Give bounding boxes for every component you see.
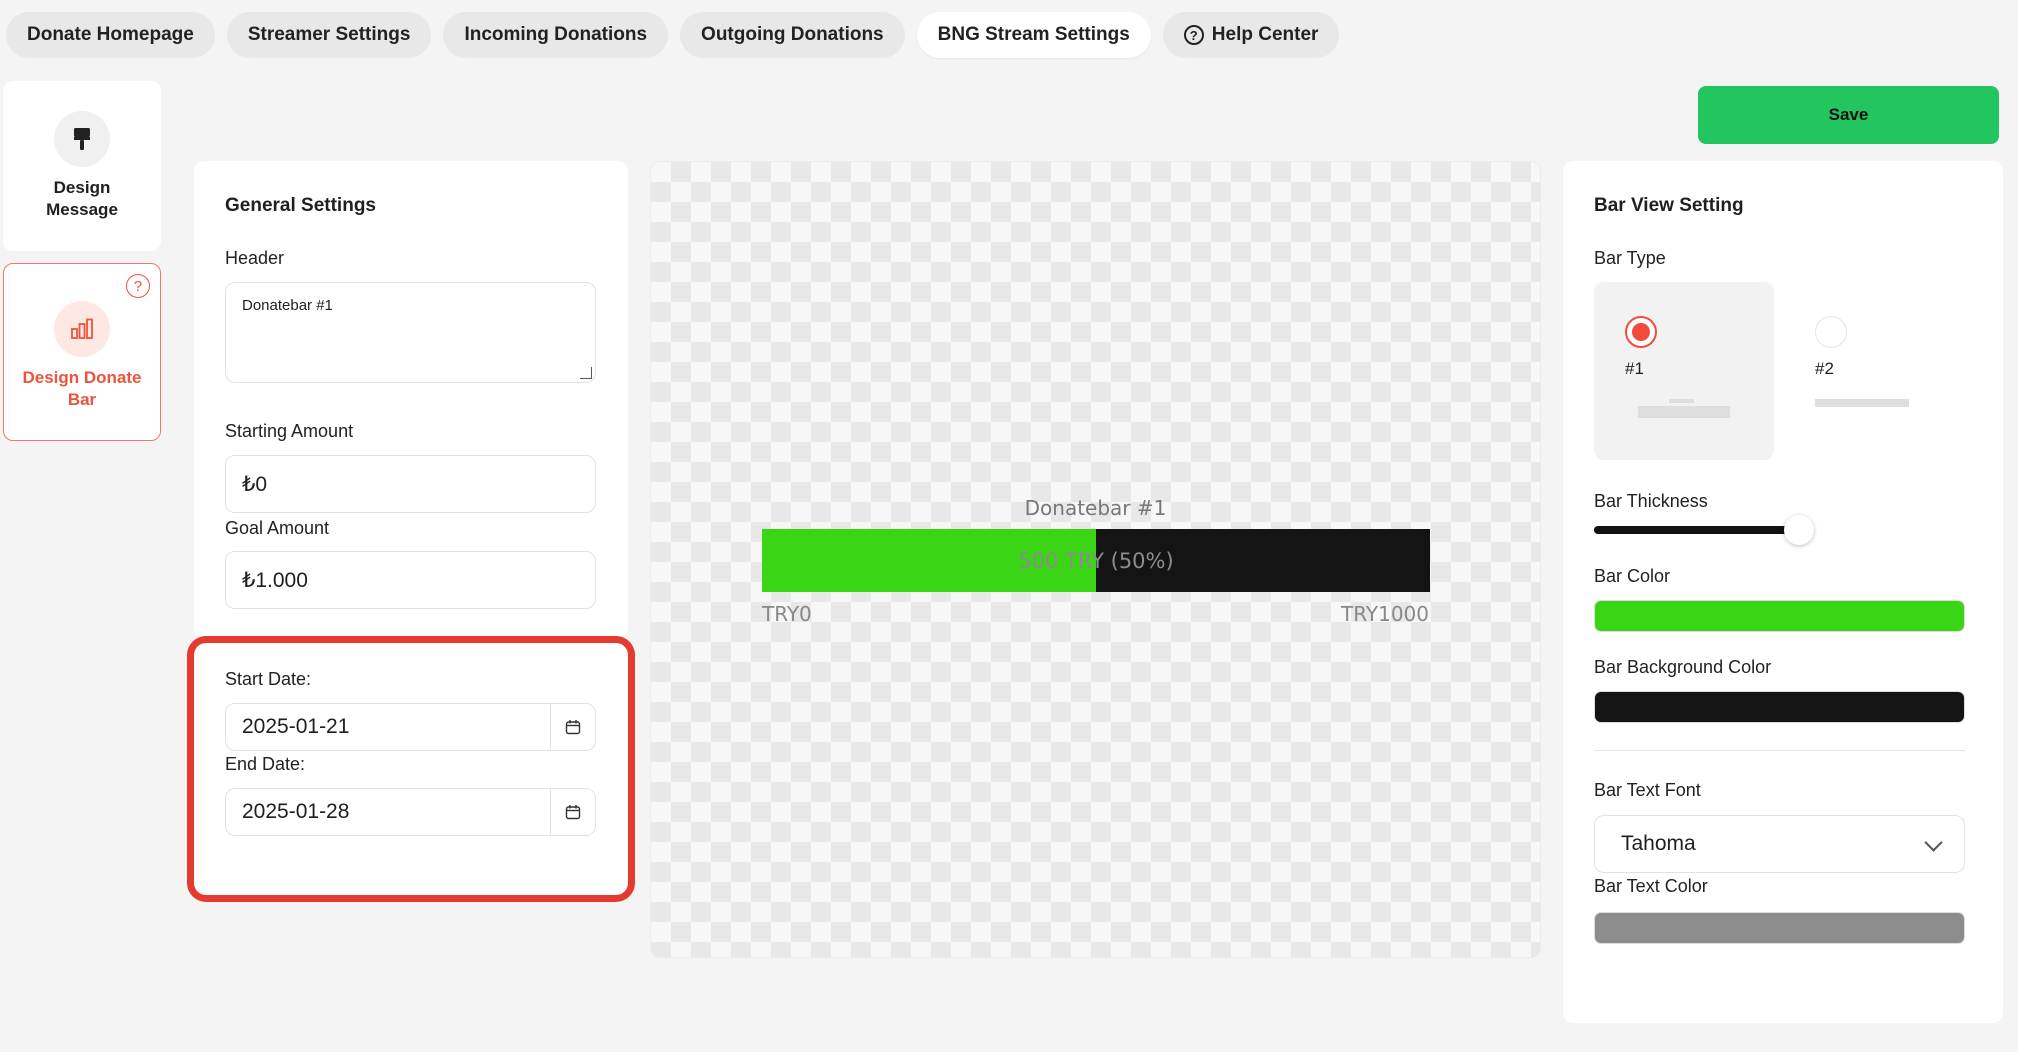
end-date-input[interactable]: 2025-01-28	[225, 788, 596, 836]
bar-type-option-label: #2	[1815, 359, 1834, 378]
tab-label: BNG Stream Settings	[937, 24, 1130, 45]
starting-amount-input[interactable]: ₺0	[225, 455, 596, 513]
tab-incoming-donations[interactable]: Incoming Donations	[443, 12, 669, 58]
goal-amount-input[interactable]: ₺1.000	[225, 551, 596, 609]
header-value: Donatebar #1	[242, 297, 333, 314]
panel-title: General Settings	[225, 195, 376, 216]
sidebar-item-label: Design Donate Bar	[22, 368, 142, 409]
bar-type-label: Bar Type	[1594, 248, 1666, 268]
end-date-label: End Date:	[225, 754, 306, 774]
tab-outgoing-donations[interactable]: Outgoing Donations	[680, 12, 905, 58]
save-button[interactable]: Save	[1698, 86, 1999, 144]
header-label: Header	[225, 248, 285, 268]
bar-view-settings-panel: Bar View Setting Bar Type #1 #2 Bar Thic…	[1563, 161, 2003, 1023]
bar-thickness-slider-track[interactable]	[1594, 526, 1801, 534]
start-date-input[interactable]: 2025-01-21	[225, 703, 596, 751]
bar-color-label: Bar Color	[1594, 566, 1671, 586]
bar-color-swatch[interactable]	[1594, 600, 1965, 632]
preview-bar-header: Donatebar #1	[1024, 496, 1167, 520]
bar-type-thumbnail	[1638, 406, 1730, 418]
radio-button[interactable]	[1625, 316, 1657, 348]
tab-label: Help Center	[1211, 24, 1319, 45]
tab-label: Donate Homepage	[27, 24, 194, 45]
progress-bar: 500 TRY (50%)	[762, 529, 1430, 592]
progress-bar-text: 500 TRY (50%)	[1018, 548, 1174, 573]
starting-amount-value: ₺0	[242, 472, 268, 496]
goal-amount-label: Goal Amount	[225, 518, 330, 538]
end-date-value: 2025-01-28	[242, 800, 350, 823]
bar-text-font-select[interactable]: Tahoma	[1594, 815, 1965, 873]
starting-amount-label: Starting Amount	[225, 421, 354, 441]
radio-button[interactable]	[1815, 316, 1847, 348]
resize-handle-icon[interactable]	[580, 367, 592, 379]
tab-streamer-settings[interactable]: Streamer Settings	[226, 12, 432, 58]
sidebar-item-label: Design Message	[46, 178, 118, 219]
start-date-label: Start Date:	[225, 669, 312, 689]
sidebar-item-design-message[interactable]: Design Message	[3, 81, 161, 251]
bar-text-color-swatch[interactable]	[1594, 912, 1965, 944]
paint-roller-icon	[54, 111, 110, 167]
bar-text-color-label: Bar Text Color	[1594, 876, 1708, 896]
bar-min-label: TRY0	[762, 602, 812, 626]
calendar-icon[interactable]	[550, 789, 595, 835]
date-range-panel: Start Date: 2025-01-21 End Date: 2025-01…	[194, 643, 628, 895]
bar-text-font-value: Tahoma	[1621, 832, 1696, 855]
tab-label: Incoming Donations	[464, 24, 648, 45]
bar-type-thumbnail-label	[1669, 399, 1694, 403]
bar-type-option-label: #1	[1625, 359, 1644, 378]
bar-thickness-slider-handle[interactable]	[1784, 515, 1814, 545]
divider	[1594, 750, 1965, 751]
goal-amount-value: ₺1.000	[242, 568, 308, 592]
start-date-value: 2025-01-21	[242, 715, 350, 738]
tab-bng-stream-settings[interactable]: BNG Stream Settings	[916, 12, 1151, 58]
tab-label: Outgoing Donations	[701, 24, 884, 45]
question-circle-icon: ?	[1183, 25, 1204, 45]
bar-chart-icon	[54, 301, 110, 357]
sidebar-item-design-donate-bar[interactable]: ? Design Donate Bar	[3, 263, 161, 441]
header-textarea[interactable]: Donatebar #1	[225, 282, 596, 383]
panel-title: Bar View Setting	[1594, 195, 1744, 216]
tab-donate-homepage[interactable]: Donate Homepage	[6, 12, 215, 58]
bar-background-color-swatch[interactable]	[1594, 691, 1965, 723]
general-settings-panel: General Settings Header Donatebar #1 Sta…	[194, 161, 628, 638]
bar-max-label: TRY1000	[1341, 602, 1429, 626]
tab-label: Streamer Settings	[247, 24, 411, 45]
calendar-icon[interactable]	[550, 704, 595, 750]
donate-bar-preview: Donatebar #1 500 TRY (50%) TRY0 TRY1000	[650, 161, 1541, 958]
bar-text-font-label: Bar Text Font	[1594, 780, 1701, 800]
bar-thickness-label: Bar Thickness	[1594, 491, 1708, 511]
bar-type-thumbnail	[1815, 399, 1909, 407]
bar-type-option-1[interactable]: #1	[1594, 282, 1774, 460]
chevron-down-icon	[1924, 833, 1943, 852]
tab-help-center[interactable]: ? Help Center	[1162, 12, 1340, 58]
bar-background-color-label: Bar Background Color	[1594, 657, 1772, 677]
help-icon[interactable]: ?	[126, 274, 150, 298]
top-nav-tabs: Donate Homepage Streamer Settings Incomi…	[6, 12, 1340, 58]
bar-type-option-2[interactable]: #2	[1784, 282, 1964, 460]
